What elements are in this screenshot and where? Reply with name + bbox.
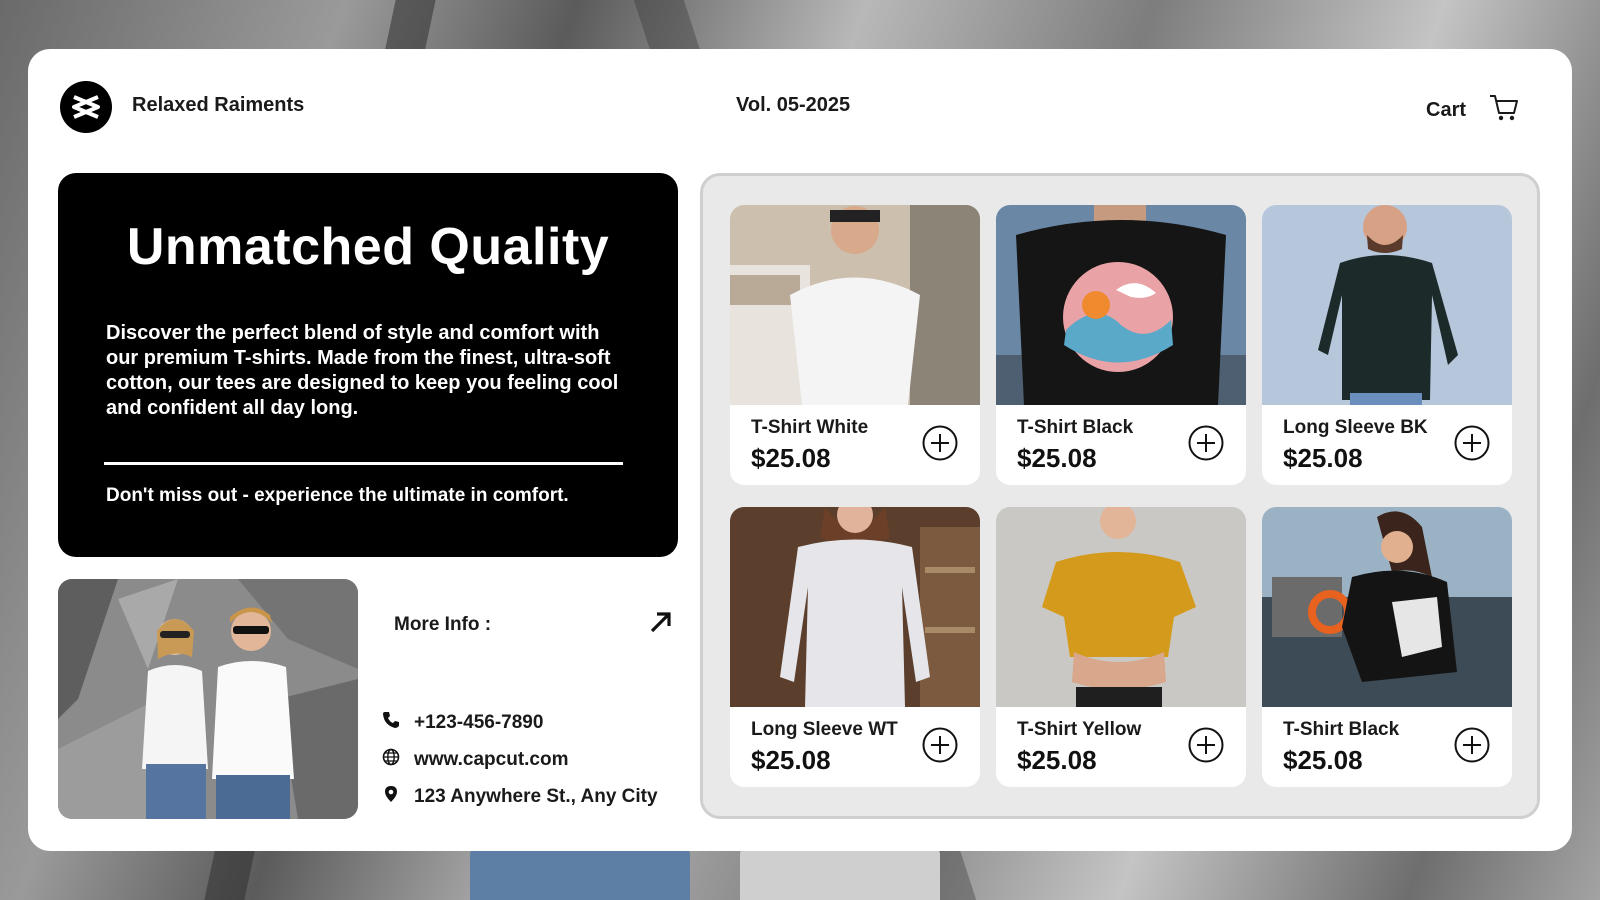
- address-text: 123 Anywhere St., Any City: [414, 785, 658, 807]
- location-pin-icon: [382, 785, 400, 808]
- product-name: T-Shirt Yellow: [1017, 719, 1142, 740]
- product-photo: [730, 205, 980, 405]
- product-name: T-Shirt Black: [1283, 719, 1400, 740]
- add-to-cart-icon[interactable]: [922, 425, 958, 461]
- globe-icon: [382, 748, 400, 771]
- storefront-card: Relaxed Raiments Vol. 05-2025 Cart Unmat…: [28, 49, 1572, 851]
- add-to-cart-icon[interactable]: [1188, 727, 1224, 763]
- cart-button[interactable]: Cart: [1426, 93, 1520, 128]
- product-price: $25.08: [751, 443, 831, 473]
- phone-icon: [382, 711, 400, 734]
- product-photo: [996, 507, 1246, 707]
- product-price: $25.08: [751, 745, 831, 775]
- product-price: $25.08: [1283, 443, 1363, 473]
- product-card[interactable]: Long Sleeve WT $25.08: [730, 507, 980, 787]
- background-jeans: [470, 848, 690, 900]
- product-card[interactable]: T-Shirt White $25.08: [730, 205, 980, 485]
- product-card[interactable]: T-Shirt Yellow $25.08: [996, 507, 1246, 787]
- hero-description: Discover the perfect blend of style and …: [106, 322, 619, 419]
- add-to-cart-icon[interactable]: [1454, 727, 1490, 763]
- product-price: $25.08: [1283, 745, 1363, 775]
- product-card[interactable]: Long Sleeve BK $25.08: [1262, 205, 1512, 485]
- hero-title: Unmatched Quality: [126, 218, 610, 276]
- website-link[interactable]: www.capcut.com: [414, 749, 569, 771]
- product-grid: T-Shirt White $25.08 T-Shirt Black $25.0…: [700, 173, 1540, 819]
- product-name: Long Sleeve WT: [751, 719, 898, 740]
- contact-list: +123-456-7890 www.capcut.com 123 Anywher…: [382, 704, 658, 815]
- contact-phone: +123-456-7890: [382, 704, 658, 741]
- more-info-link[interactable]: More Info :: [394, 609, 674, 640]
- product-name: T-Shirt Black: [1017, 417, 1134, 438]
- arrow-up-right-icon[interactable]: [648, 609, 674, 640]
- contact-address: 123 Anywhere St., Any City: [382, 778, 658, 815]
- product-price: $25.08: [1017, 443, 1097, 473]
- hero-divider: [104, 462, 623, 465]
- add-to-cart-icon[interactable]: [922, 727, 958, 763]
- hero-tagline: Don't miss out - experience the ultimate…: [106, 485, 569, 506]
- cart-label: Cart: [1426, 99, 1467, 121]
- couple-photo: [58, 579, 358, 819]
- phone-number: +123-456-7890: [414, 711, 544, 733]
- product-card[interactable]: T-Shirt Black $25.08: [1262, 507, 1512, 787]
- brand-name: Relaxed Raiments: [132, 94, 305, 116]
- background-pants: [740, 848, 940, 900]
- product-price: $25.08: [1017, 745, 1097, 775]
- add-to-cart-icon[interactable]: [1454, 425, 1490, 461]
- contact-website[interactable]: www.capcut.com: [382, 741, 658, 778]
- product-name: Long Sleeve BK: [1283, 417, 1428, 438]
- capcut-logo-icon[interactable]: [60, 81, 112, 133]
- add-to-cart-icon[interactable]: [1188, 425, 1224, 461]
- product-photo: [1262, 507, 1512, 707]
- cart-icon[interactable]: [1488, 93, 1520, 128]
- product-photo: [996, 205, 1246, 405]
- product-photo: [730, 507, 980, 707]
- more-info-label: More Info :: [394, 613, 492, 635]
- hero-panel: Unmatched Quality Discover the perfect b…: [58, 173, 678, 557]
- product-name: T-Shirt White: [751, 417, 869, 438]
- product-card[interactable]: T-Shirt Black $25.08: [996, 205, 1246, 485]
- product-photo: [1262, 205, 1512, 405]
- issue-label: Vol. 05-2025: [736, 94, 851, 116]
